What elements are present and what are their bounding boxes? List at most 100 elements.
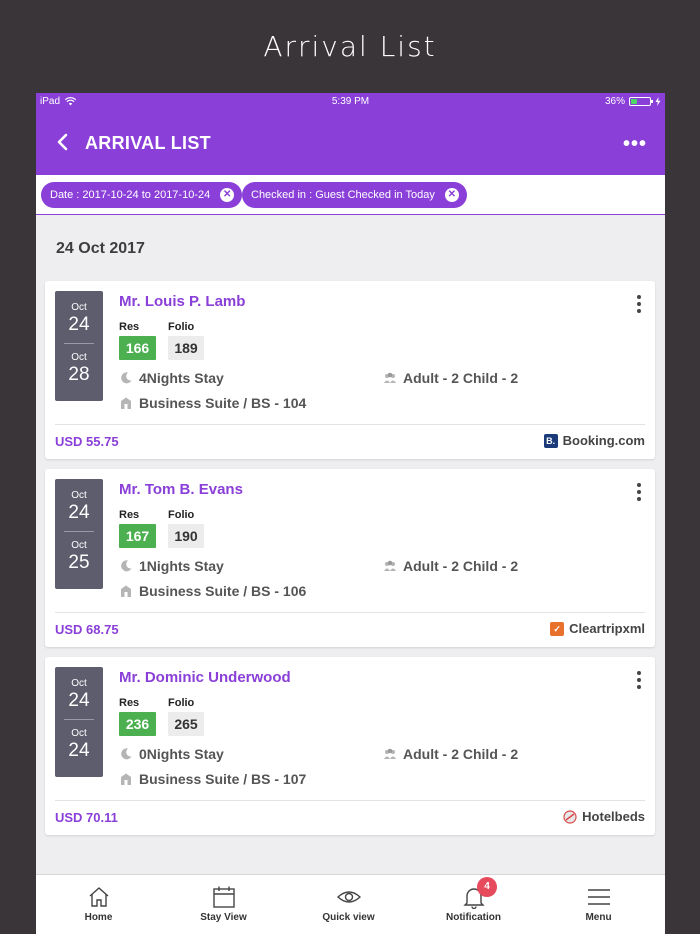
- hotelbeds-icon: [563, 809, 577, 824]
- booking-icon: B.: [543, 433, 558, 448]
- occupancy: Adult - 2 Child - 2: [403, 370, 519, 386]
- occupancy-info: Adult - 2 Child - 2: [383, 558, 518, 574]
- arrival-month: Oct: [71, 678, 87, 689]
- filter-chip-label: Date : 2017-10-24 to 2017-10-24: [50, 189, 211, 201]
- card-divider: [55, 612, 645, 613]
- notification-count-badge: 4: [477, 877, 497, 897]
- source-name: Hotelbeds: [582, 809, 645, 824]
- date-divider: [64, 343, 94, 344]
- res-label: Res: [119, 697, 140, 709]
- back-arrow-icon[interactable]: [52, 131, 74, 153]
- stay-date-box: Oct 24 Oct 25: [55, 479, 103, 589]
- moon-icon: [121, 560, 132, 572]
- battery-percent: 36%: [604, 96, 625, 107]
- departure-day: 24: [68, 740, 90, 761]
- cleartrip-icon: ✓: [550, 621, 565, 636]
- arrival-day: 24: [68, 690, 90, 711]
- people-icon: [384, 372, 396, 383]
- source-name: Cleartripxml: [569, 621, 645, 636]
- screenshot-caption: Arrival List: [263, 30, 437, 63]
- charging-icon: [655, 97, 661, 106]
- arrival-day: 24: [68, 502, 90, 523]
- stay-info: 0Nights Stay: [119, 746, 224, 762]
- res-label: Res: [119, 509, 140, 521]
- tab-home[interactable]: Home: [36, 875, 161, 934]
- date-divider: [64, 719, 94, 720]
- bottom-tab-bar: Home Stay View Quick view 4 Notification…: [36, 874, 665, 934]
- arrival-month: Oct: [71, 490, 87, 501]
- tab-stay-view[interactable]: Stay View: [161, 875, 286, 934]
- moon-icon: [121, 372, 132, 384]
- folio-label: Folio: [168, 509, 195, 521]
- arrival-card[interactable]: Oct 24 Oct 24 Mr. Dominic Underwood Res …: [45, 657, 655, 835]
- tab-quick-view[interactable]: Quick view: [286, 875, 411, 934]
- nights-stay: 1Nights Stay: [139, 558, 224, 574]
- tab-menu[interactable]: Menu: [536, 875, 661, 934]
- hamburger-icon: [587, 889, 610, 905]
- folio-number-badge: 189: [168, 336, 204, 360]
- arrival-card[interactable]: Oct 24 Oct 28 Mr. Louis P. Lamb Res Foli…: [45, 281, 655, 459]
- calendar-icon: [212, 886, 235, 908]
- departure-day: 28: [68, 364, 90, 385]
- room-info: Business Suite / BS - 107: [119, 771, 306, 787]
- people-icon: [384, 560, 396, 571]
- building-icon: [121, 773, 131, 785]
- booking-source: Hotelbeds: [563, 809, 645, 824]
- remove-filter-icon[interactable]: ✕: [220, 188, 235, 202]
- filter-chip-label: Checked in : Guest Checked in Today: [251, 189, 435, 201]
- card-divider: [55, 424, 645, 425]
- tab-label: Notification: [446, 912, 501, 923]
- booking-source: ✓ Cleartripxml: [550, 621, 645, 636]
- more-options-icon[interactable]: •••: [623, 134, 647, 154]
- room-type: Business Suite / BS - 104: [139, 395, 307, 411]
- booking-price: USD 55.75: [55, 434, 119, 449]
- booking-price: USD 70.11: [55, 810, 118, 825]
- filter-chip-date[interactable]: Date : 2017-10-24 to 2017-10-24 ✕: [41, 182, 243, 208]
- ipad-screen: iPad 5:39 PM 36% ARRIVAL LIST ••• Date :…: [36, 93, 665, 934]
- filter-chip-checked-in[interactable]: Checked in : Guest Checked in Today ✕: [242, 182, 467, 208]
- tab-label: Stay View: [200, 912, 247, 923]
- date-group-header: 24 Oct 2017: [56, 240, 145, 257]
- tab-label: Quick view: [322, 912, 375, 923]
- arrival-card[interactable]: Oct 24 Oct 25 Mr. Tom B. Evans Res Folio…: [45, 469, 655, 647]
- arrival-month: Oct: [71, 302, 87, 313]
- status-bar: iPad 5:39 PM 36%: [36, 93, 665, 111]
- occupancy-info: Adult - 2 Child - 2: [383, 370, 518, 386]
- stay-info: 4Nights Stay: [119, 370, 224, 386]
- card-menu-icon[interactable]: [637, 295, 641, 316]
- guest-name[interactable]: Mr. Dominic Underwood: [119, 669, 291, 686]
- res-number-badge: 167: [119, 524, 156, 548]
- departure-day: 25: [68, 552, 90, 573]
- date-divider: [64, 531, 94, 532]
- nav-bar: ARRIVAL LIST •••: [36, 111, 665, 175]
- moon-icon: [121, 748, 132, 760]
- tab-notification[interactable]: 4 Notification: [411, 875, 536, 934]
- stay-date-box: Oct 24 Oct 28: [55, 291, 103, 401]
- card-menu-icon[interactable]: [637, 671, 641, 692]
- tab-label: Menu: [585, 912, 612, 923]
- home-icon: [89, 887, 108, 907]
- tab-label: Home: [84, 912, 113, 923]
- occupancy: Adult - 2 Child - 2: [403, 558, 519, 574]
- occupancy: Adult - 2 Child - 2: [403, 746, 519, 762]
- departure-month: Oct: [71, 728, 87, 739]
- page-title: ARRIVAL LIST: [85, 133, 211, 153]
- folio-number-badge: 190: [168, 524, 204, 548]
- room-type: Business Suite / BS - 106: [139, 583, 307, 599]
- card-menu-icon[interactable]: [637, 483, 641, 504]
- nights-stay: 4Nights Stay: [139, 370, 224, 386]
- room-type: Business Suite / BS - 107: [139, 771, 307, 787]
- guest-name[interactable]: Mr. Tom B. Evans: [119, 481, 243, 498]
- room-info: Business Suite / BS - 106: [119, 583, 306, 599]
- eye-icon: [336, 891, 361, 903]
- folio-label: Folio: [168, 697, 195, 709]
- battery-icon: [629, 97, 653, 106]
- guest-name[interactable]: Mr. Louis P. Lamb: [119, 293, 245, 310]
- res-number-badge: 236: [119, 712, 156, 736]
- filter-bar: Date : 2017-10-24 to 2017-10-24 ✕ Checke…: [36, 175, 665, 215]
- status-time: 5:39 PM: [331, 96, 370, 107]
- source-name: Booking.com: [562, 433, 645, 448]
- remove-filter-icon[interactable]: ✕: [444, 188, 459, 202]
- room-info: Business Suite / BS - 104: [119, 395, 306, 411]
- booking-source: B. Booking.com: [543, 433, 645, 448]
